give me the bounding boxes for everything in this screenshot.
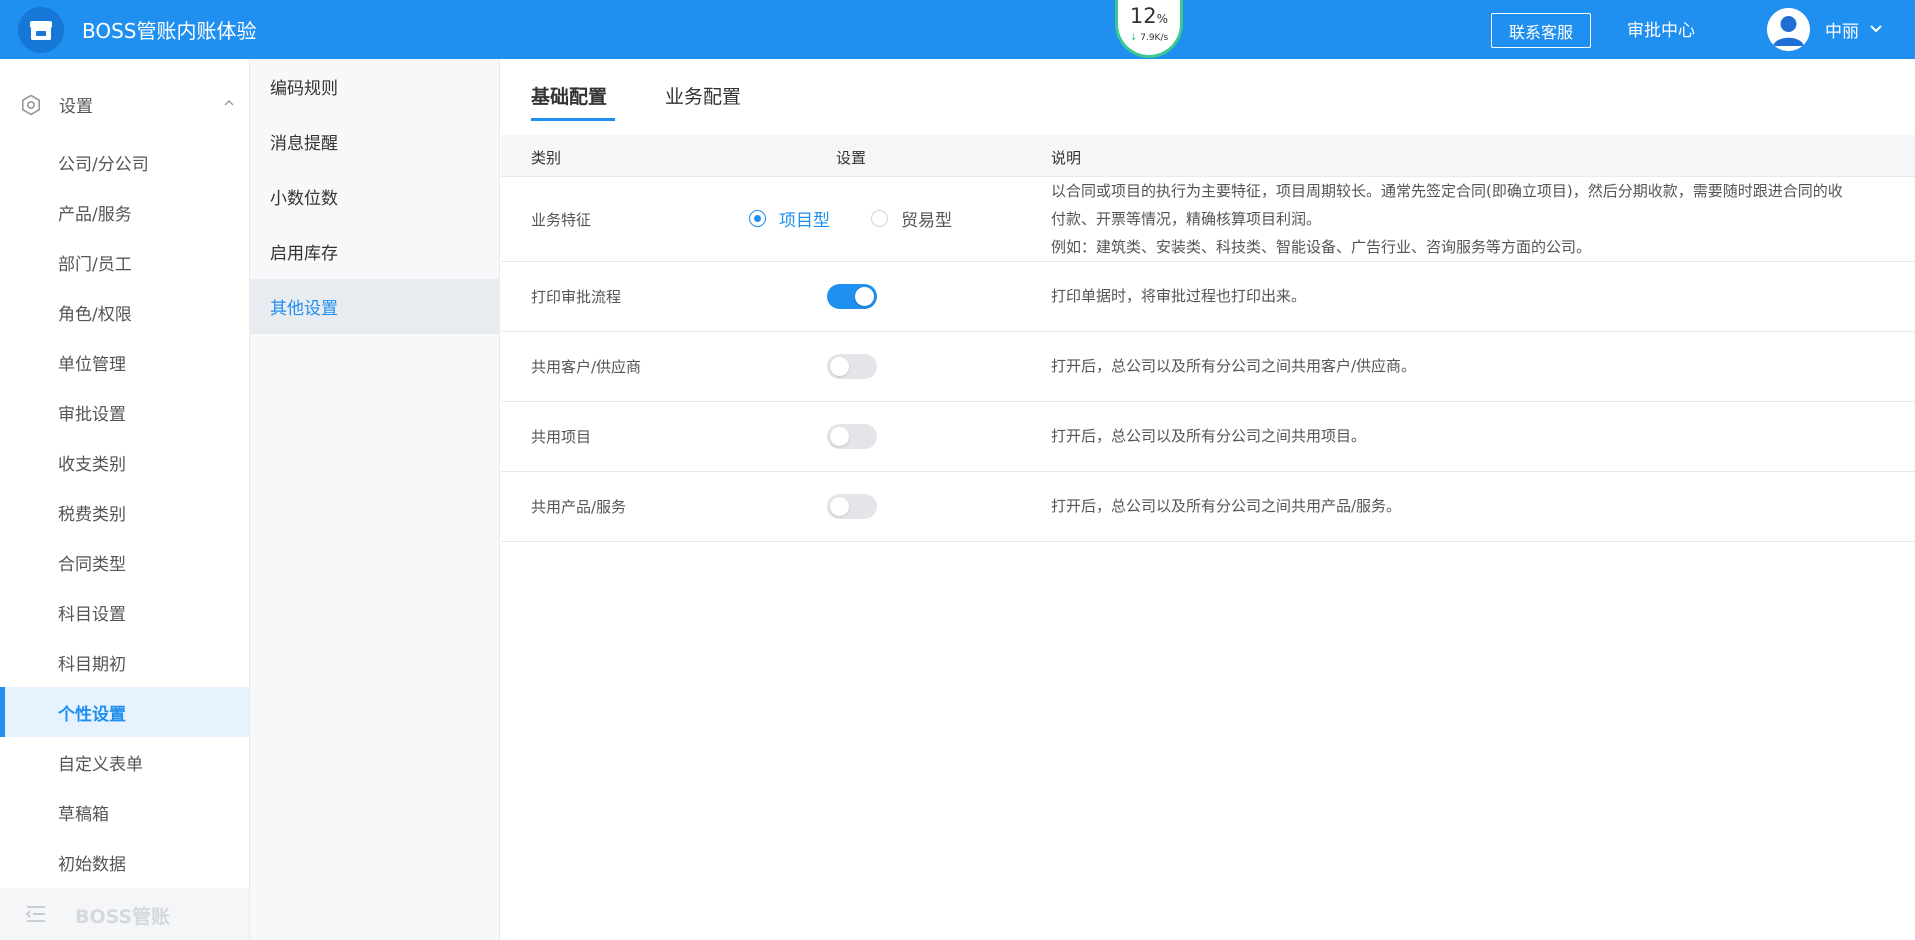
top-header: BOSS管账内账体验 12% ↓ 7.9K/s 联系客服 审批中心 中丽 [0,0,1915,59]
sidebar-group-settings[interactable]: 设置 [0,83,250,123]
toggle-knob [830,357,849,376]
row-description: 打开后，总公司以及所有分公司之间共用产品/服务。 [1051,497,1402,515]
active-tab-indicator [531,118,615,121]
radio-button[interactable] [871,210,888,227]
subnav-item-message-reminders[interactable]: 消息提醒 [250,114,499,169]
column-header-setting: 设置 [836,149,867,167]
settings-subnav: 编码规则 消息提醒 小数位数 启用库存 其他设置 [250,59,500,940]
row-category: 共用产品/服务 [531,498,627,516]
column-header-description: 说明 [1051,149,1082,167]
speed-percent: 12 [1129,4,1157,28]
row-category: 共用客户/供应商 [531,358,642,376]
toggle-shared-projects[interactable] [827,424,877,449]
table-row-print-approval: 打印审批流程 打印单据时，将审批过程也打印出来。 [501,262,1915,332]
toggle-knob [855,287,874,306]
table-row-business-feature: 业务特征 项目型 贸易型 以合同或项目的执行为主要特征，项目周期较长。通常先签定… [501,177,1915,262]
sidebar-item-initial-data[interactable]: 初始数据 [0,837,249,887]
sidebar-item-opening-balance[interactable]: 科目期初 [0,637,249,687]
toggle-shared-customers[interactable] [827,354,877,379]
sidebar-item-accounts[interactable]: 科目设置 [0,587,249,637]
app-logo[interactable] [18,7,64,53]
radio-label: 贸易型 [901,211,952,231]
user-avatar-icon [1767,8,1810,51]
table-header: 类别 设置 说明 [501,135,1915,177]
radio-trade-type[interactable]: 贸易型 [871,206,952,231]
sidebar-item-personal-settings[interactable]: 个性设置 [0,687,249,737]
sidebar-item-tax[interactable]: 税费类别 [0,487,249,537]
column-header-category: 类别 [531,149,562,167]
speed-rate: 7.9K/s [1140,33,1169,43]
contact-support-button[interactable]: 联系客服 [1491,13,1591,48]
row-description: 打印单据时，将审批过程也打印出来。 [1051,287,1307,305]
subnav-item-decimal-places[interactable]: 小数位数 [250,169,499,224]
sidebar-footer-brand: BOSS管账 [75,906,171,928]
sidebar-item-drafts[interactable]: 草稿箱 [0,787,249,837]
radio-button[interactable] [749,210,766,227]
sidebar-item-contract-type[interactable]: 合同类型 [0,537,249,587]
sidebar-item-custom-forms[interactable]: 自定义表单 [0,737,249,787]
row-category: 打印审批流程 [531,288,622,306]
toggle-knob [830,497,849,516]
sidebar-item-company[interactable]: 公司/分公司 [0,137,249,187]
table-row-shared-products: 共用产品/服务 打开后，总公司以及所有分公司之间共用产品/服务。 [501,472,1915,542]
approval-center-link[interactable]: 审批中心 [1627,16,1695,41]
gear-icon [22,94,40,116]
chevron-down-icon[interactable] [1868,21,1884,37]
download-arrow-icon: ↓ [1129,33,1138,43]
sidebar-item-income-expense[interactable]: 收支类别 [0,437,249,487]
sidebar-item-departments[interactable]: 部门/员工 [0,237,249,287]
subnav-item-other-settings[interactable]: 其他设置 [250,279,499,334]
sidebar: 设置 公司/分公司 产品/服务 部门/员工 角色/权限 单位管理 审批设置 收支… [0,59,250,940]
subnav-item-coding-rules[interactable]: 编码规则 [250,59,499,114]
radio-label: 项目型 [779,211,830,231]
sidebar-item-roles[interactable]: 角色/权限 [0,287,249,337]
radio-project-type[interactable]: 项目型 [749,206,830,231]
row-category: 共用项目 [531,428,592,446]
chevron-up-icon[interactable] [222,96,236,110]
collapse-menu-icon[interactable] [25,904,47,924]
row-category: 业务特征 [531,211,592,229]
description-line: 以合同或项目的执行为主要特征，项目周期较长。通常先签定合同(即确立项目)，然后分… [1051,182,1843,200]
tab-basic-config[interactable]: 基础配置 [531,82,607,109]
user-name[interactable]: 中丽 [1825,17,1859,42]
speed-percent-unit: % [1156,12,1169,26]
network-speed-widget[interactable]: 12% ↓ 7.9K/s [1115,0,1183,58]
tab-business-config[interactable]: 业务配置 [665,82,741,109]
description-line: 例如：建筑类、安装类、科技类、智能设备、广告行业、咨询服务等方面的公司。 [1051,238,1592,256]
app-title: BOSS管账内账体验 [82,19,257,43]
main-content: 基础配置 业务配置 类别 设置 说明 业务特征 项目型 贸易型 以合同或项目的执… [501,59,1915,940]
row-description: 打开后，总公司以及所有分公司之间共用项目。 [1051,427,1367,445]
sidebar-item-units[interactable]: 单位管理 [0,337,249,387]
toggle-knob [830,427,849,446]
sidebar-footer[interactable]: BOSS管账 [0,888,249,940]
table-row-shared-projects: 共用项目 打开后，总公司以及所有分公司之间共用项目。 [501,402,1915,472]
avatar[interactable] [1767,8,1810,51]
description-line: 付款、开票等情况，精确核算项目利润。 [1051,210,1322,228]
store-icon [30,21,52,40]
toggle-shared-products[interactable] [827,494,877,519]
subnav-item-enable-inventory[interactable]: 启用库存 [250,224,499,279]
row-description: 打开后，总公司以及所有分公司之间共用客户/供应商。 [1051,357,1417,375]
sidebar-item-approval[interactable]: 审批设置 [0,387,249,437]
table-row-shared-customers: 共用客户/供应商 打开后，总公司以及所有分公司之间共用客户/供应商。 [501,332,1915,402]
sidebar-item-products[interactable]: 产品/服务 [0,187,249,237]
sidebar-group-label: 设置 [59,97,93,117]
toggle-print-approval[interactable] [827,284,877,309]
row-description: 以合同或项目的执行为主要特征，项目周期较长。通常先签定合同(即确立项目)，然后分… [1051,177,1901,261]
